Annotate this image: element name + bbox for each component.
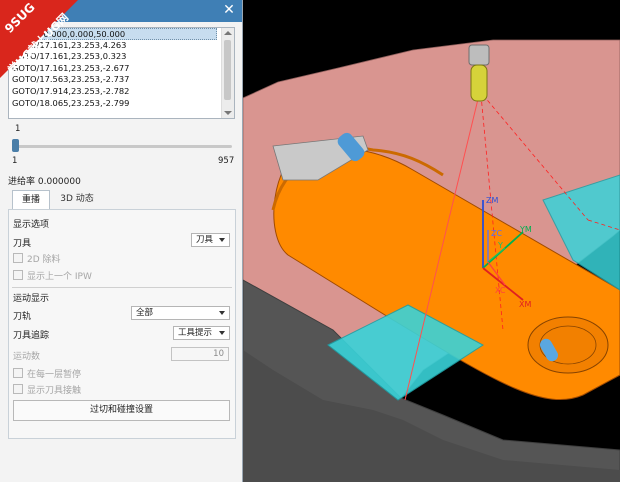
scroll-down-icon[interactable] (224, 111, 232, 115)
feed-rate-value: 0.000000 (37, 177, 81, 187)
toolpath-list-item[interactable]: GOTO/17.914,23.253,-2.782 (9, 86, 217, 98)
axis-label-xc: XC (495, 286, 506, 295)
axis-label-ym: YM (519, 225, 532, 234)
feed-rate-label: 进给率 (8, 177, 36, 187)
tool-label: 刀具 (13, 239, 32, 249)
simulation-dialog: ✕ GOTO/-0.000,0.000,50.000 GOTO/17.161,23… (0, 0, 243, 482)
scroll-up-icon[interactable] (224, 31, 232, 35)
axis-label-y: Y (497, 241, 503, 250)
toolpath-dropdown[interactable]: 全部 (131, 306, 230, 320)
tab-strip: 重播 3D 动态 (8, 190, 236, 209)
tool-trace-dropdown[interactable]: 工具提示 (173, 326, 230, 340)
section-motion-display: 运动显示 (13, 294, 50, 304)
checkbox-show-previous-ipw-label: 显示上一个 IPW (27, 272, 92, 282)
axis-label-xm: XM (519, 300, 531, 309)
checkbox-pause-each-layer[interactable] (13, 368, 23, 378)
toolpath-dropdown-value: 全部 (136, 308, 154, 318)
checkbox-show-tool-contact[interactable] (13, 384, 23, 394)
motion-count-input[interactable]: 10 (171, 347, 229, 361)
tab-3d-dynamic[interactable]: 3D 动态 (53, 190, 101, 209)
watermark-logo: 9SUG 学UG就上UG网 (0, 0, 78, 78)
slider-max: 957 (218, 156, 235, 166)
slider-min: 1 (12, 156, 18, 166)
gouge-collision-settings-button[interactable]: 过切和碰撞设置 (13, 400, 230, 421)
slider-current-value: 1 (15, 124, 21, 134)
section-display-options: 显示选项 (13, 220, 50, 230)
tool-cutter (470, 64, 488, 102)
step-slider[interactable] (15, 145, 232, 148)
slider-handle[interactable] (12, 139, 19, 152)
checkbox-pause-each-layer-label: 在每一层暂停 (27, 370, 82, 380)
axis-label-zc: ZC (491, 229, 502, 238)
chevron-down-icon (219, 238, 225, 242)
motion-count-label: 运动数 (13, 352, 41, 362)
checkbox-show-previous-ipw[interactable] (13, 270, 23, 280)
divider (12, 287, 232, 288)
tool-trace-dropdown-value: 工具提示 (178, 328, 213, 338)
checkbox-2d-removal-label: 2D 除料 (27, 255, 61, 265)
chevron-down-icon (219, 331, 225, 335)
tool-dropdown[interactable]: 刀具 (191, 233, 230, 247)
graphics-viewport[interactable]: ZM YM XM ZC Y XC (243, 0, 620, 482)
checkbox-2d-removal[interactable] (13, 253, 23, 263)
tool-dropdown-value: 刀具 (196, 235, 214, 245)
listbox-scrollbar[interactable] (221, 28, 234, 118)
close-icon[interactable]: ✕ (222, 3, 236, 17)
tool-trace-label: 刀具追踪 (13, 331, 50, 341)
toolpath-label: 刀轨 (13, 312, 32, 322)
tool-holder (468, 44, 490, 66)
chevron-down-icon (219, 311, 225, 315)
checkbox-show-tool-contact-label: 显示刀具接触 (27, 386, 82, 396)
scroll-thumb[interactable] (224, 40, 231, 100)
tab-replay[interactable]: 重播 (12, 190, 50, 209)
axis-label-zm: ZM (486, 196, 498, 205)
toolpath-list-item[interactable]: GOTO/18.065,23.253,-2.799 (9, 98, 217, 110)
feed-rate: 进给率 0.000000 (8, 174, 81, 187)
